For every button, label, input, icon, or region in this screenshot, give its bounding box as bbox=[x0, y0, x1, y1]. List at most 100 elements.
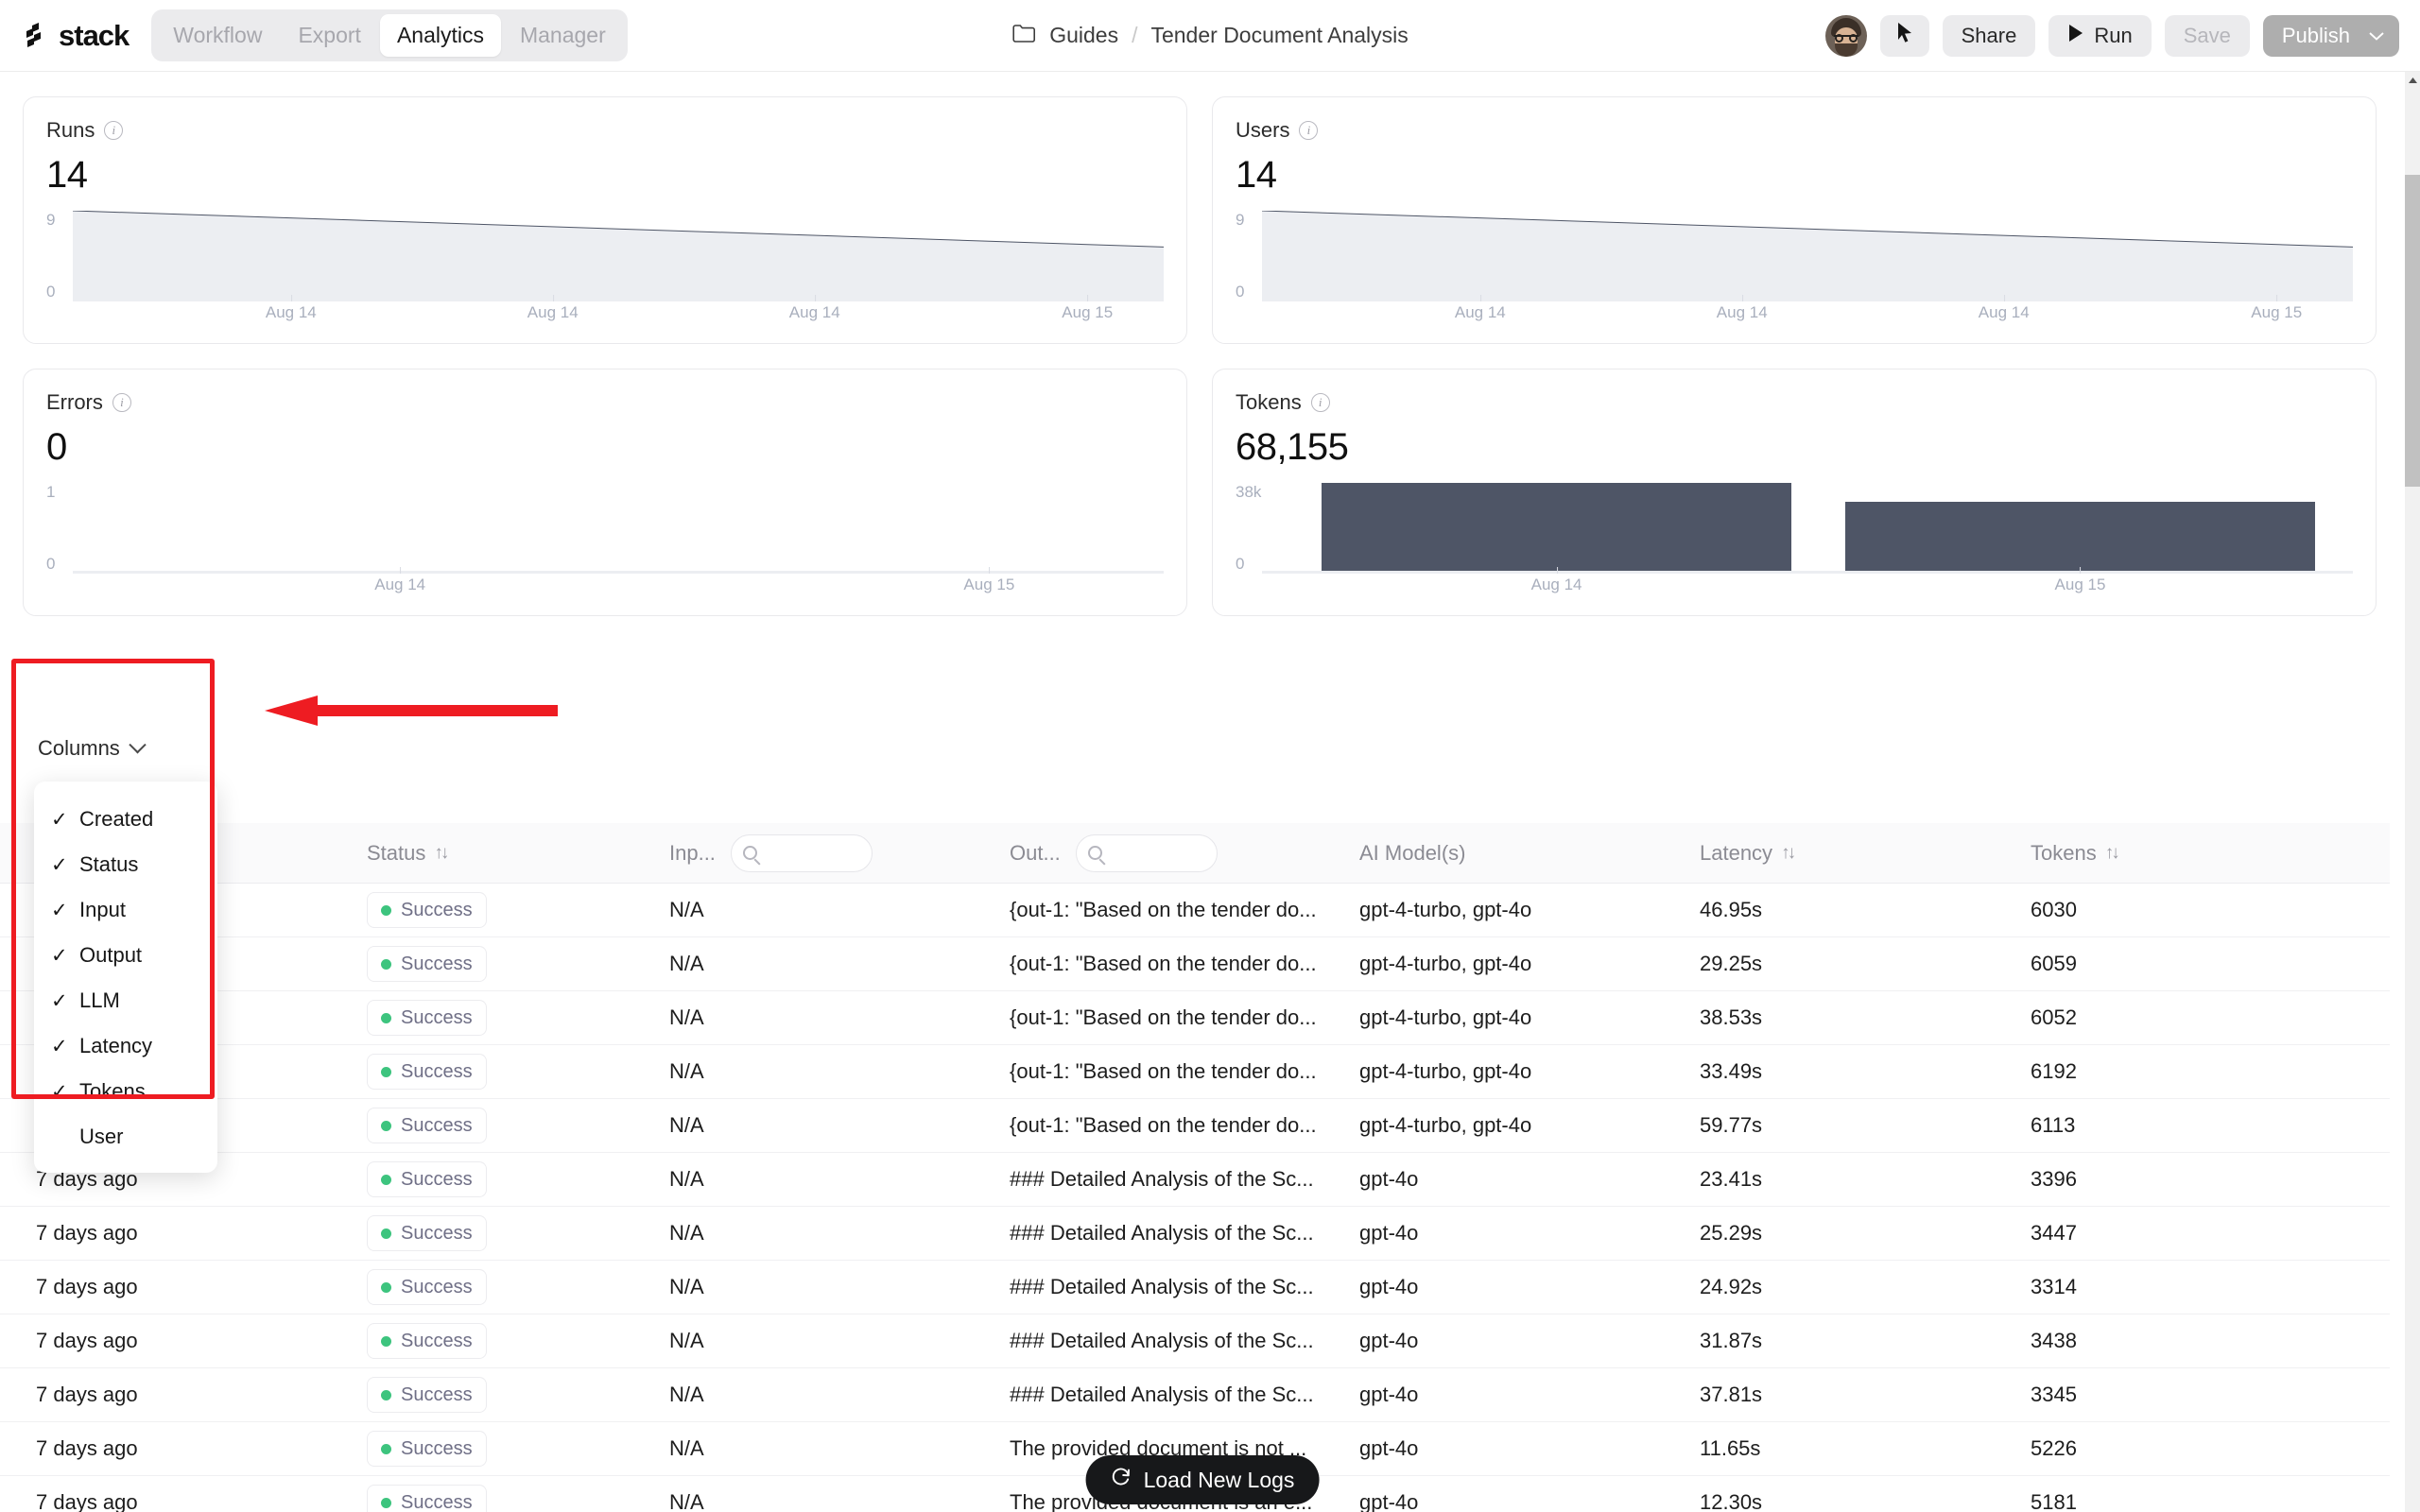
columns-menu-item-tokens[interactable]: ✓ Tokens bbox=[34, 1069, 217, 1114]
refresh-icon bbox=[1111, 1467, 1132, 1493]
cell-output: ### Detailed Analysis of the Sc... bbox=[1010, 1221, 1314, 1245]
cell-status: Success bbox=[367, 1161, 669, 1197]
table-row[interactable]: 7 days ago Success N/A ### Detailed Analysi… bbox=[0, 1261, 2390, 1314]
columns-menu-item-status[interactable]: ✓ Status bbox=[34, 842, 217, 887]
column-header-output: Out... bbox=[1010, 833, 1342, 872]
sort-icon[interactable]: ↑↓ bbox=[2105, 843, 2120, 864]
columns-menu-item-input[interactable]: ✓ Input bbox=[34, 887, 217, 933]
cell-status: Success bbox=[367, 1108, 669, 1143]
table-row[interactable]: 7 days ago Success N/A ### Detailed Analysi… bbox=[0, 1207, 2390, 1261]
nav-item-manager[interactable]: Manager bbox=[503, 14, 623, 57]
cell-model: gpt-4o bbox=[1359, 1167, 1419, 1191]
runs-axis-line bbox=[73, 299, 1164, 301]
breadcrumb-parent[interactable]: Guides bbox=[1049, 23, 1118, 48]
cell-status: Success bbox=[367, 1269, 669, 1305]
nav-item-analytics[interactable]: Analytics bbox=[379, 14, 501, 57]
cell-model: gpt-4o bbox=[1359, 1490, 1419, 1512]
cursor-mode-button[interactable] bbox=[1879, 14, 1929, 57]
status-label: Success bbox=[401, 1222, 473, 1244]
publish-button[interactable]: Publish bbox=[2262, 14, 2399, 57]
vertical-scrollbar[interactable] bbox=[2405, 72, 2420, 1512]
column-header-status[interactable]: Status ↑↓ bbox=[367, 841, 669, 866]
columns-menu-item-user[interactable]: User bbox=[34, 1114, 217, 1160]
cell-latency: 11.65s bbox=[1700, 1436, 1761, 1460]
table-row[interactable]: 7 days ago Success N/A ### Detailed Analysi… bbox=[0, 1153, 2390, 1207]
status-label: Success bbox=[401, 1168, 473, 1190]
top-bar: stack Workflow Export Analytics Manager … bbox=[0, 0, 2420, 72]
tokens-bar-aug15[interactable] bbox=[1845, 501, 2315, 574]
runs-x-tick-3: Aug 15 bbox=[1062, 303, 1114, 321]
run-button[interactable]: Run bbox=[2048, 14, 2152, 57]
status-badge: Success bbox=[367, 1485, 487, 1512]
status-dot-icon bbox=[381, 1174, 391, 1185]
sort-icon[interactable]: ↑↓ bbox=[1781, 843, 1796, 864]
cell-model: gpt-4o bbox=[1359, 1383, 1419, 1406]
cell-tokens: 3447 bbox=[2031, 1221, 2077, 1245]
cell-input: N/A bbox=[669, 1059, 704, 1083]
breadcrumb-current: Tender Document Analysis bbox=[1150, 23, 1409, 47]
avatar[interactable] bbox=[1824, 14, 1867, 57]
scrollbar-thumb[interactable] bbox=[2405, 175, 2420, 487]
cell-status: Success bbox=[367, 1377, 669, 1413]
cell-latency: 24.92s bbox=[1700, 1275, 1763, 1298]
column-header-input-label: Inp... bbox=[669, 841, 716, 865]
info-icon[interactable]: i bbox=[1299, 121, 1319, 140]
metric-card-runs: Runs i 14 9 0 Aug 14 Aug 14 Aug 14 Aug 1… bbox=[23, 96, 1187, 344]
cell-latency: 25.29s bbox=[1700, 1221, 1763, 1245]
users-value: 14 bbox=[1236, 154, 1277, 196]
table-body: Success N/A {out-1: "Based on the tender d… bbox=[0, 884, 2390, 1512]
nav-item-workflow[interactable]: Workflow bbox=[156, 14, 279, 57]
column-header-tokens[interactable]: Tokens ↑↓ bbox=[2031, 841, 2342, 866]
cell-created: 7 days ago bbox=[36, 1275, 138, 1298]
status-badge: Success bbox=[367, 1054, 487, 1090]
column-header-latency[interactable]: Latency ↑↓ bbox=[1700, 841, 2031, 866]
table-row[interactable]: Success N/A {out-1: "Based on the tender d… bbox=[0, 991, 2390, 1045]
check-icon: ✓ bbox=[51, 808, 68, 831]
status-badge: Success bbox=[367, 1215, 487, 1251]
column-header-model: AI Model(s) bbox=[1359, 840, 1466, 865]
nav-item-export[interactable]: Export bbox=[281, 14, 377, 57]
info-icon[interactable]: i bbox=[1310, 393, 1330, 412]
columns-button[interactable]: Columns bbox=[23, 727, 147, 770]
columns-menu-item-output[interactable]: ✓ Output bbox=[34, 933, 217, 978]
cell-tokens: 5181 bbox=[2031, 1490, 2077, 1512]
users-chart: 9 0 Aug 14 Aug 14 Aug 14 Aug 15 bbox=[1236, 211, 2353, 330]
table-row[interactable]: Success N/A {out-1: "Based on the tender d… bbox=[0, 884, 2390, 937]
columns-menu-label: Input bbox=[79, 898, 126, 921]
status-badge: Success bbox=[367, 1377, 487, 1413]
users-x-tick-1: Aug 14 bbox=[1716, 303, 1768, 321]
columns-menu-item-llm[interactable]: ✓ LLM bbox=[34, 978, 217, 1023]
errors-axis-line bbox=[73, 571, 1164, 574]
status-label: Success bbox=[401, 1383, 473, 1405]
metric-card-users: Users i 14 9 0 Aug 14 Aug 14 Aug 14 Aug … bbox=[1212, 96, 2377, 344]
share-button[interactable]: Share bbox=[1942, 14, 2036, 57]
metric-card-tokens: Tokens i 68,155 38k 0 Aug 14 Aug 15 bbox=[1212, 369, 2377, 616]
table-row[interactable]: Success N/A {out-1: "Based on the tender d… bbox=[0, 1099, 2390, 1153]
cell-created: 7 days ago bbox=[36, 1383, 138, 1406]
columns-menu-label: Output bbox=[79, 943, 143, 967]
table-row[interactable]: 7 days ago Success N/A ### Detailed Analysi… bbox=[0, 1368, 2390, 1422]
columns-menu-item-created[interactable]: ✓ Created bbox=[34, 797, 217, 842]
info-icon[interactable]: i bbox=[112, 393, 131, 412]
metric-card-errors: Errors i 0 1 0 Aug 14 Aug 15 bbox=[23, 369, 1187, 616]
output-search-input[interactable] bbox=[1075, 833, 1218, 872]
tokens-value: 68,155 bbox=[1236, 426, 1349, 468]
caret-up-icon[interactable] bbox=[2405, 72, 2420, 88]
tokens-x-tick-0: Aug 14 bbox=[1530, 576, 1582, 593]
input-search-input[interactable] bbox=[731, 833, 873, 872]
users-title: Users bbox=[1236, 118, 1290, 142]
status-dot-icon bbox=[381, 904, 391, 916]
info-icon[interactable]: i bbox=[104, 121, 124, 140]
columns-menu-item-latency[interactable]: ✓ Latency bbox=[34, 1023, 217, 1069]
brand-logo[interactable]: stack bbox=[23, 19, 130, 53]
table-row[interactable]: Success N/A {out-1: "Based on the tender d… bbox=[0, 1045, 2390, 1099]
save-button[interactable]: Save bbox=[2164, 14, 2250, 57]
tokens-bar-aug14[interactable] bbox=[1322, 483, 1791, 574]
table-row[interactable]: 7 days ago Success N/A ### Detailed Analysi… bbox=[0, 1314, 2390, 1368]
status-dot-icon bbox=[381, 1335, 391, 1347]
errors-title: Errors bbox=[46, 390, 103, 414]
load-new-logs-button[interactable]: Load New Logs bbox=[1085, 1455, 1320, 1504]
columns-control: Columns ✓ Created ✓ Status ✓ Input ✓ Out… bbox=[23, 727, 217, 1173]
table-row[interactable]: Success N/A {out-1: "Based on the tender d… bbox=[0, 937, 2390, 991]
sort-icon[interactable]: ↑↓ bbox=[434, 843, 449, 864]
